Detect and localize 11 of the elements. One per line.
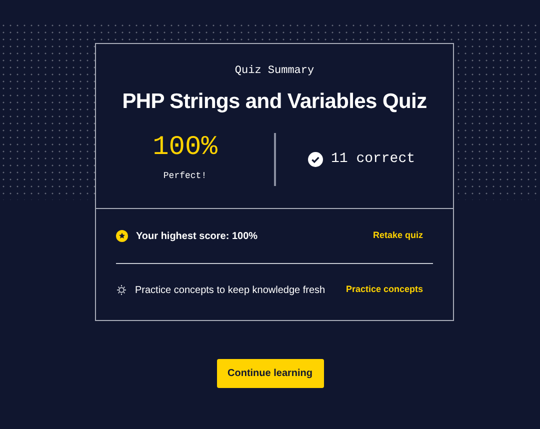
quiz-label: Quiz Summary	[234, 65, 314, 77]
retake-quiz-link[interactable]: Retake quiz	[372, 229, 423, 243]
continue-learning-button[interactable]: Continue learning	[216, 359, 324, 388]
check-icon	[308, 152, 323, 167]
correct-count: 11 correct	[331, 150, 416, 169]
practice-concepts-link[interactable]: Practice concepts	[346, 283, 423, 297]
quiz-title: PHP Strings and Variables Quiz	[122, 90, 427, 112]
score-percent: 100%	[152, 133, 218, 164]
highest-score-text: Your highest score: 100%	[136, 230, 258, 244]
practice-prompt-text: Practice concepts to keep knowledge fresh	[135, 284, 326, 298]
score-caption: Perfect!	[163, 171, 207, 182]
